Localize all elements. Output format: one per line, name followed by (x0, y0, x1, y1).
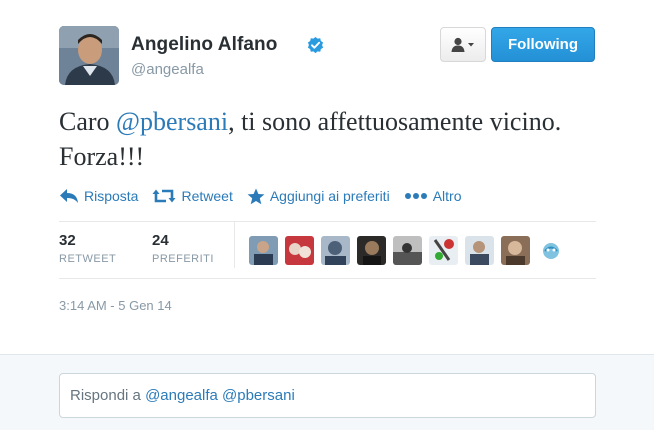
avatar[interactable] (59, 26, 119, 85)
reply-mentions: @angealfa @pbersani (145, 387, 295, 404)
retweet-icon (152, 189, 176, 203)
user-handle[interactable]: @angealfa (131, 61, 204, 78)
favoriter-avatar[interactable] (429, 236, 458, 265)
reply-area: Rispondi a @angealfa @pbersani (0, 354, 654, 430)
favorite-stat[interactable]: 24 PREFERITI (152, 232, 214, 265)
ellipsis-icon (404, 193, 427, 199)
reply-placeholder-prefix: Rispondi a (70, 387, 141, 404)
favoriter-avatar[interactable] (537, 236, 566, 265)
favorite-label: Aggiungi ai preferiti (269, 188, 390, 204)
favoriter-avatar[interactable] (321, 236, 350, 265)
reply-label: Risposta (84, 188, 139, 204)
favoriter-avatar[interactable] (357, 236, 386, 265)
retweet-stat[interactable]: 32 RETWEET (59, 232, 116, 265)
favoriter-avatar[interactable] (285, 236, 314, 265)
tweet-card: Angelino Alfano @angealfa Following Caro… (0, 0, 654, 354)
tweet-text: Caro @pbersani, ti sono affettuosamente … (59, 104, 599, 174)
following-button[interactable]: Following (491, 27, 595, 62)
more-label: Altro (432, 188, 462, 204)
display-name[interactable]: Angelino Alfano (131, 34, 277, 56)
retweet-count: 32 (59, 232, 76, 249)
favoriter-avatar[interactable] (393, 236, 422, 265)
favoriter-avatar[interactable] (465, 236, 494, 265)
favorite-count: 24 (152, 232, 169, 249)
reply-action[interactable]: Risposta (59, 188, 138, 204)
verified-badge-icon (307, 36, 324, 54)
more-action[interactable]: Altro (404, 188, 462, 204)
tweet-actions: Risposta Retweet Aggiungi ai preferiti A… (59, 185, 475, 207)
reply-input[interactable]: Rispondi a @angealfa @pbersani (59, 373, 596, 418)
retweet-action[interactable]: Retweet (152, 188, 233, 204)
favoriter-avatars (249, 236, 573, 265)
tweet-timestamp[interactable]: 3:14 AM - 5 Gen 14 (59, 298, 172, 313)
star-icon (247, 188, 265, 204)
favorite-action[interactable]: Aggiungi ai preferiti (247, 188, 390, 205)
stats-separator (234, 222, 235, 268)
tweet-text-before: Caro (59, 107, 117, 136)
favoriter-avatar[interactable] (249, 236, 278, 265)
divider (59, 221, 596, 222)
mention-link[interactable]: @pbersani (116, 107, 228, 136)
user-actions-dropdown[interactable] (440, 27, 486, 62)
reply-arrow-icon (60, 189, 78, 203)
user-dropdown-icon (451, 37, 474, 52)
retweet-count-label: RETWEET (59, 253, 117, 265)
divider (59, 278, 596, 279)
favoriter-avatar[interactable] (501, 236, 530, 265)
retweet-label: Retweet (181, 188, 233, 204)
favorite-count-label: PREFERITI (152, 253, 214, 265)
